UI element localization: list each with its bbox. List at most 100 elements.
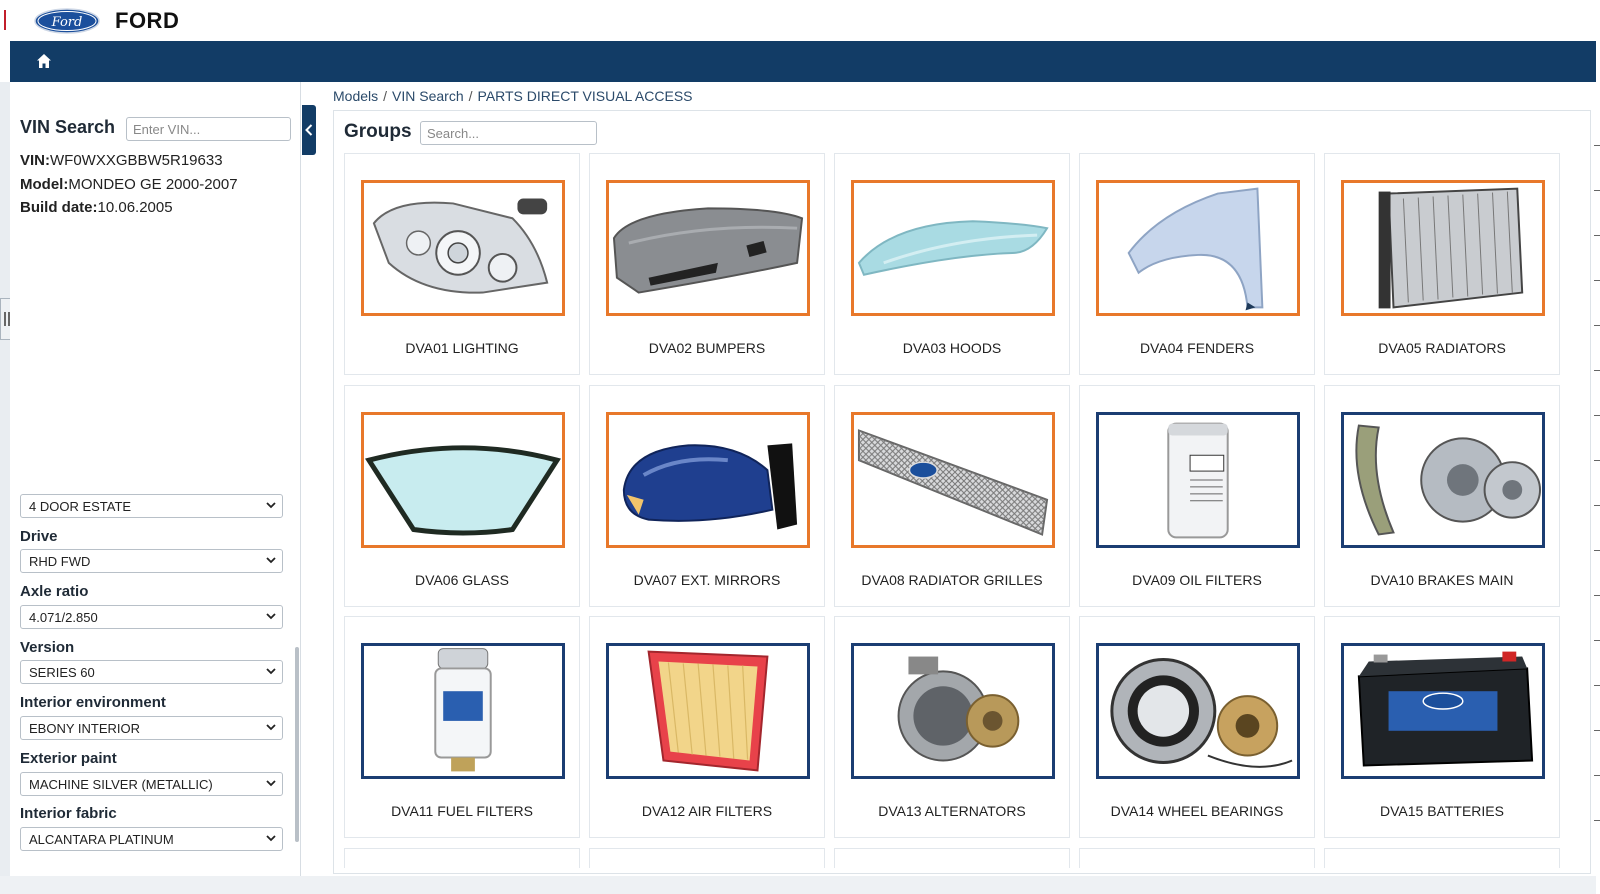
vin-input[interactable] xyxy=(126,117,291,141)
drive-value: RHD FWD xyxy=(29,554,91,569)
group-thumbnail xyxy=(361,643,565,779)
chevron-down-icon xyxy=(266,835,276,842)
breadcrumb-current: PARTS DIRECT VISUAL ACCESS xyxy=(477,88,693,104)
bumper-image xyxy=(612,207,804,294)
group-card-partial[interactable] xyxy=(1324,848,1560,868)
group-label: DVA04 FENDERS xyxy=(1139,340,1255,356)
interior-environment-select[interactable]: EBONY INTERIOR xyxy=(20,716,283,740)
group-thumbnail xyxy=(1096,643,1300,779)
group-card-alternators[interactable]: DVA13 ALTERNATORS xyxy=(834,616,1070,838)
group-label: DVA14 WHEEL BEARINGS xyxy=(1110,803,1284,819)
group-card-glass[interactable]: DVA06 GLASS xyxy=(344,385,580,607)
wheel-bearing-image xyxy=(1110,658,1293,768)
group-thumbnail xyxy=(361,412,565,548)
breadcrumb-models[interactable]: Models xyxy=(333,88,378,104)
group-card-air-filters[interactable]: DVA12 AIR FILTERS xyxy=(589,616,825,838)
body-style-value: 4 DOOR ESTATE xyxy=(29,499,132,514)
version-select[interactable]: SERIES 60 xyxy=(20,660,283,684)
build-date-info: Build date:10.06.2005 xyxy=(20,199,173,216)
group-card-ext-mirrors[interactable]: DVA07 EXT. MIRRORS xyxy=(589,385,825,607)
collapse-sidebar-button[interactable] xyxy=(302,105,316,155)
group-label: DVA08 RADIATOR GRILLES xyxy=(861,572,1043,588)
chevron-down-icon xyxy=(266,724,276,731)
battery-image xyxy=(1357,651,1534,767)
interior-fabric-select[interactable]: ALCANTARA PLATINUM xyxy=(20,827,283,851)
chevron-down-icon xyxy=(266,668,276,675)
group-card-radiator-grilles[interactable]: DVA08 RADIATOR GRILLES xyxy=(834,385,1070,607)
interior-fabric-label: Interior fabric xyxy=(20,805,117,822)
group-card-fenders[interactable]: DVA04 FENDERS xyxy=(1079,153,1315,375)
group-label: DVA10 BRAKES MAIN xyxy=(1370,572,1514,588)
fender-image xyxy=(1127,187,1264,311)
group-label: DVA01 LIGHTING xyxy=(405,340,519,356)
axle-ratio-value: 4.071/2.850 xyxy=(29,610,98,625)
group-label: DVA13 ALTERNATORS xyxy=(878,803,1026,819)
breadcrumb-separator: / xyxy=(468,88,473,104)
group-card-fuel-filters[interactable]: DVA11 FUEL FILTERS xyxy=(344,616,580,838)
breadcrumb-vin-search[interactable]: VIN Search xyxy=(392,88,464,104)
mirror-image xyxy=(622,443,798,530)
group-card-batteries[interactable]: DVA15 BATTERIES xyxy=(1324,616,1560,838)
fuel-filter-image xyxy=(434,648,492,772)
home-icon[interactable] xyxy=(35,52,53,70)
group-thumbnail xyxy=(1096,412,1300,548)
sidebar-scrollbar[interactable] xyxy=(295,647,299,842)
group-label: DVA07 EXT. MIRRORS xyxy=(633,572,781,588)
group-label: DVA11 FUEL FILTERS xyxy=(391,803,533,819)
model-label: Model: xyxy=(20,176,69,193)
radiator-image xyxy=(1378,187,1524,309)
headlight-image xyxy=(372,198,549,294)
group-card-partial[interactable] xyxy=(834,848,1070,868)
version-value: SERIES 60 xyxy=(29,665,95,680)
drive-select[interactable]: RHD FWD xyxy=(20,549,283,573)
group-label: DVA03 HOODS xyxy=(902,340,1002,356)
exterior-paint-value: MACHINE SILVER (METALLIC) xyxy=(29,777,213,792)
oil-filter-image xyxy=(1167,422,1229,539)
window-edge-marker xyxy=(4,10,6,30)
drive-label: Drive xyxy=(20,528,58,545)
group-card-radiators[interactable]: DVA05 RADIATORS xyxy=(1324,153,1560,375)
axle-ratio-select[interactable]: 4.071/2.850 xyxy=(20,605,283,629)
model-value: MONDEO GE 2000-2007 xyxy=(68,176,238,193)
alternator-image xyxy=(897,656,1020,762)
group-card-lighting[interactable]: DVA01 LIGHTING xyxy=(344,153,580,375)
chevron-down-icon xyxy=(266,557,276,564)
air-filter-image xyxy=(647,650,769,772)
brakes-image xyxy=(1355,424,1542,536)
chevron-left-icon xyxy=(305,124,313,136)
group-card-bumpers[interactable]: DVA02 BUMPERS xyxy=(589,153,825,375)
group-card-brakes-main[interactable]: DVA10 BRAKES MAIN xyxy=(1324,385,1560,607)
group-label: DVA12 AIR FILTERS xyxy=(641,803,773,819)
windshield-image xyxy=(365,445,561,536)
group-card-oil-filters[interactable]: DVA09 OIL FILTERS xyxy=(1079,385,1315,607)
body-style-select[interactable]: 4 DOOR ESTATE xyxy=(20,494,283,518)
exterior-paint-select[interactable]: MACHINE SILVER (METALLIC) xyxy=(20,772,283,796)
chevron-down-icon xyxy=(266,502,276,509)
group-card-partial[interactable] xyxy=(589,848,825,868)
groups-panel: Groups DVA01 LIGHTING DVA02 BUMPERS xyxy=(333,110,1591,874)
group-label: DVA02 BUMPERS xyxy=(648,340,766,356)
chevron-down-icon xyxy=(266,613,276,620)
group-label: DVA09 OIL FILTERS xyxy=(1132,572,1262,588)
group-thumbnail xyxy=(851,643,1055,779)
vin-value: WF0WXXGBBW5R19633 xyxy=(50,152,223,169)
groups-title: Groups xyxy=(344,121,412,142)
vin-search-title: VIN Search xyxy=(20,117,116,137)
right-edge xyxy=(1596,0,1600,894)
vin-label: VIN: xyxy=(20,152,50,169)
group-card-wheel-bearings[interactable]: DVA14 WHEEL BEARINGS xyxy=(1079,616,1315,838)
group-label: DVA05 RADIATORS xyxy=(1378,340,1506,356)
group-thumbnail xyxy=(361,180,565,316)
group-card-partial[interactable] xyxy=(1079,848,1315,868)
group-card-partial[interactable] xyxy=(344,848,580,868)
build-date-label: Build date: xyxy=(20,199,98,216)
group-thumbnail xyxy=(606,643,810,779)
groups-search-input[interactable] xyxy=(420,121,597,145)
group-label: DVA15 BATTERIES xyxy=(1380,803,1504,819)
group-thumbnail xyxy=(606,412,810,548)
top-header: Ford FORD xyxy=(0,0,1600,41)
hood-image xyxy=(857,220,1049,276)
group-card-hoods[interactable]: DVA03 HOODS xyxy=(834,153,1070,375)
group-thumbnail xyxy=(851,180,1055,316)
exterior-paint-label: Exterior paint xyxy=(20,750,117,767)
